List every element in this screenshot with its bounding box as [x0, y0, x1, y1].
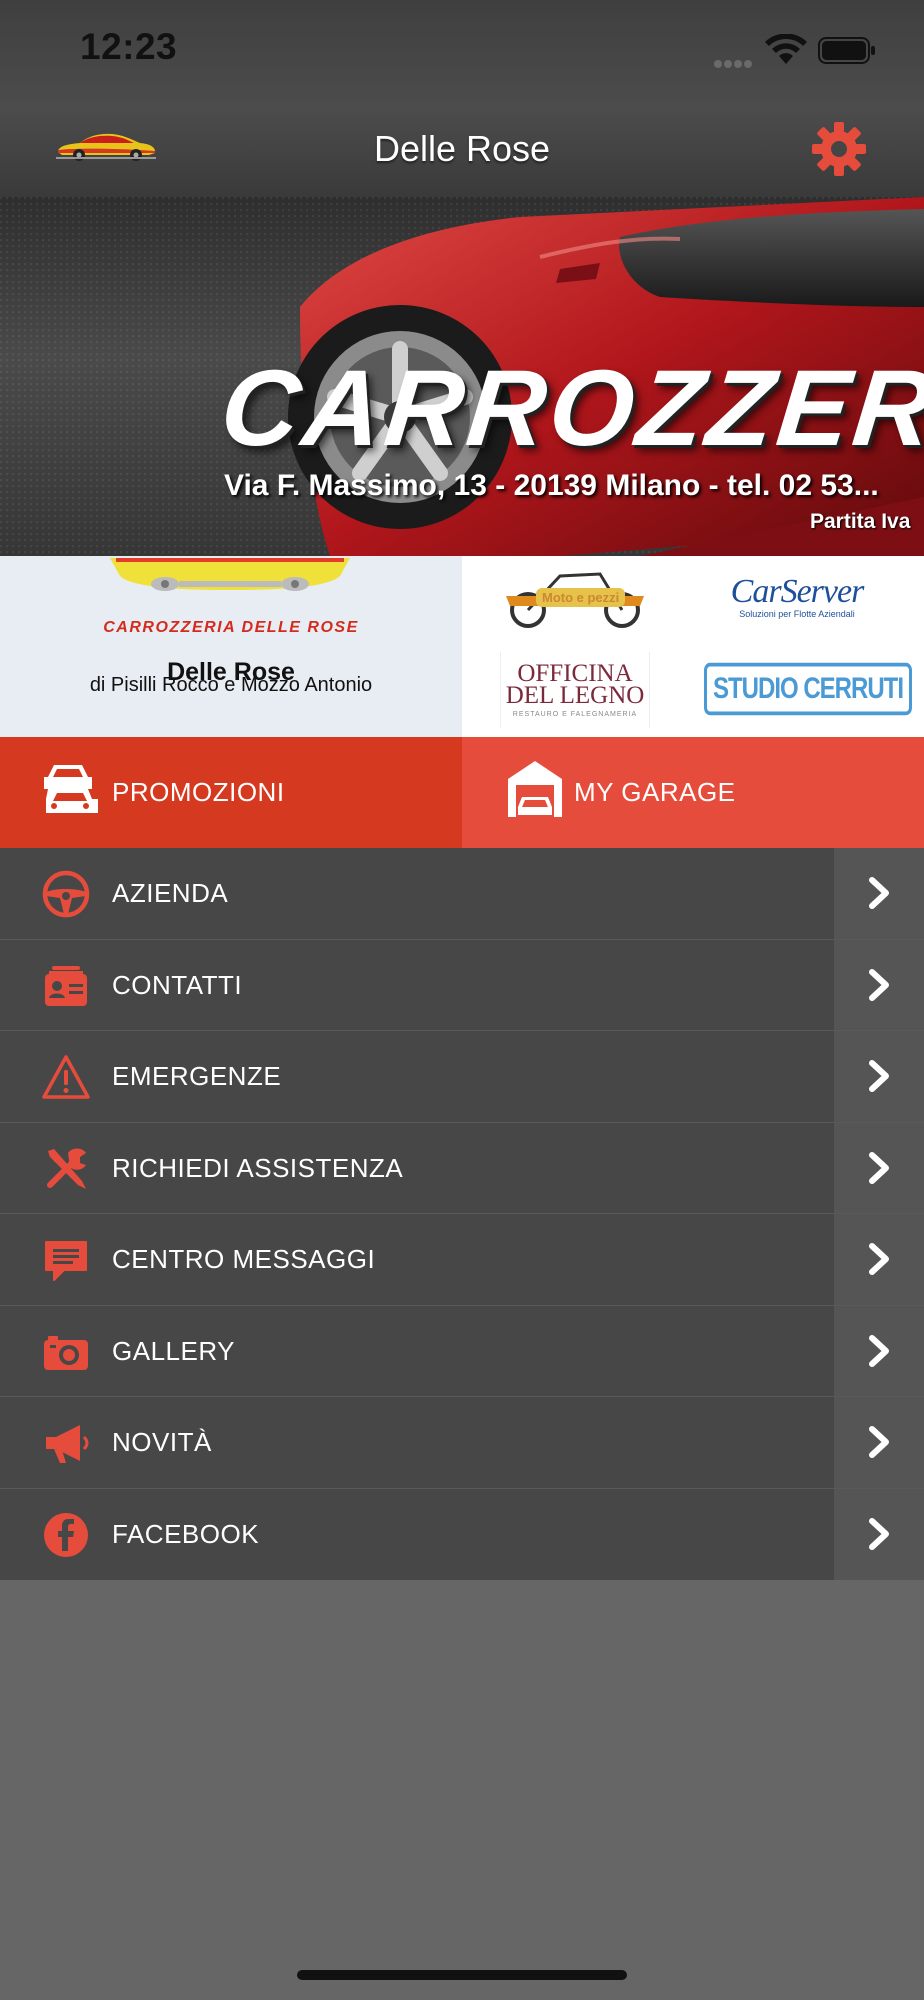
menu-item-gallery[interactable]: GALLERY — [0, 1305, 924, 1397]
sponsor-carserver[interactable]: CarServer Soluzioni per Flotte Aziendali — [722, 562, 872, 630]
menu-label: AZIENDA — [112, 878, 229, 908]
chevron-right-icon[interactable] — [834, 939, 924, 1030]
menu-label: CENTRO MESSAGGI — [112, 1244, 376, 1274]
tools-icon — [47, 1148, 86, 1189]
sponsor-moto-text: Moto e pezzi — [536, 588, 626, 607]
banner-address: Via F. Massimo, 13 - 20139 Milano - tel.… — [224, 469, 879, 502]
wifi-icon — [765, 34, 807, 64]
gear-icon[interactable] — [811, 121, 867, 177]
cars-icon — [44, 765, 98, 813]
contact-card-icon — [45, 965, 87, 1006]
sponsor-grid: Moto e pezzi CarServer Soluzioni per Flo… — [462, 556, 924, 737]
chevron-right-icon[interactable] — [834, 1122, 924, 1213]
company-logo-text: CARROZZERIA DELLE ROSE — [103, 619, 359, 636]
sponsor-officina-sub: RESTAURO E FALEGNAMERIA — [512, 710, 638, 718]
menu-item-novita[interactable]: NOVITÀ — [0, 1397, 924, 1489]
facebook-icon — [44, 1512, 88, 1557]
sponsor-cerruti[interactable]: STUDIO CERRUTI — [704, 654, 912, 724]
main-menu: AZIENDA CONTATTI EMERGENZE RICHIEDI ASSI… — [0, 848, 924, 1580]
company-subtitle: di Pisilli Rocco e Mozzo Antonio — [89, 674, 373, 696]
menu-item-centro-messaggi[interactable]: CENTRO MESSAGGI — [0, 1214, 924, 1306]
menu-label: RICHIEDI ASSISTENZA — [112, 1152, 404, 1183]
sponsor-officina-line2: DEL LEGNO — [505, 681, 645, 709]
menu-label: GALLERY — [112, 1335, 235, 1366]
top-bar: 12:23 Delle Rose — [0, 0, 924, 197]
banner-brand-text: CARROZZERIA — [215, 347, 924, 468]
chevron-right-icon[interactable] — [834, 1031, 924, 1122]
sponsor-carserver-sub: Soluzioni per Flotte Aziendali — [739, 609, 855, 619]
chevron-right-icon[interactable] — [834, 848, 924, 939]
menu-item-facebook[interactable]: FACEBOOK — [0, 1488, 924, 1580]
menu-label: CONTATTI — [112, 969, 243, 1000]
status-time: 12:23 — [80, 26, 178, 67]
sponsor-officina[interactable]: OFFICINA DEL LEGNO RESTAURO E FALEGNAMER… — [500, 652, 650, 728]
carrozzeria-logo-icon — [110, 558, 350, 591]
company-card[interactable]: CARROZZERIA DELLE ROSE Delle Rose di Pis… — [0, 556, 462, 737]
hero-banner: CARROZZERIA Via F. Massimo, 13 - 20139 M… — [0, 197, 924, 556]
menu-label: NOVITÀ — [112, 1427, 212, 1457]
menu-item-richiedi-assistenza[interactable]: RICHIEDI ASSISTENZA — [0, 1122, 924, 1214]
menu-label: FACEBOOK — [112, 1518, 260, 1549]
chevron-right-icon[interactable] — [834, 1214, 924, 1305]
my-garage-label: MY GARAGE — [574, 777, 736, 807]
cellular-signal-icon — [714, 55, 756, 68]
chevron-right-icon[interactable] — [834, 1397, 924, 1488]
garage-icon — [508, 761, 562, 817]
camera-icon — [44, 1335, 88, 1370]
promozioni-label: PROMOZIONI — [112, 777, 285, 807]
warning-icon — [42, 1055, 90, 1099]
promozioni-button[interactable]: PROMOZIONI — [0, 737, 462, 848]
menu-item-emergenze[interactable]: EMERGENZE — [0, 1031, 924, 1123]
steering-wheel-icon — [42, 870, 90, 918]
banner-vat: Partita Iva — [810, 510, 911, 533]
menu-item-azienda[interactable]: AZIENDA — [0, 848, 924, 940]
battery-icon — [818, 37, 875, 64]
sponsor-moto[interactable]: Moto e pezzi — [500, 562, 650, 630]
menu-label: EMERGENZE — [112, 1061, 282, 1091]
sponsor-carserver-text: CarServer — [730, 573, 865, 610]
menu-item-contatti[interactable]: CONTATTI — [0, 939, 924, 1031]
my-garage-button[interactable]: MY GARAGE — [462, 737, 924, 848]
chevron-right-icon[interactable] — [834, 1305, 924, 1396]
sponsor-cerruti-text: STUDIO CERRUTI — [704, 662, 912, 716]
message-icon — [45, 1241, 87, 1281]
page-title: Delle Rose — [373, 128, 551, 169]
chevron-right-icon[interactable] — [834, 1488, 924, 1580]
home-indicator[interactable] — [297, 1970, 627, 1980]
megaphone-icon — [46, 1425, 89, 1463]
